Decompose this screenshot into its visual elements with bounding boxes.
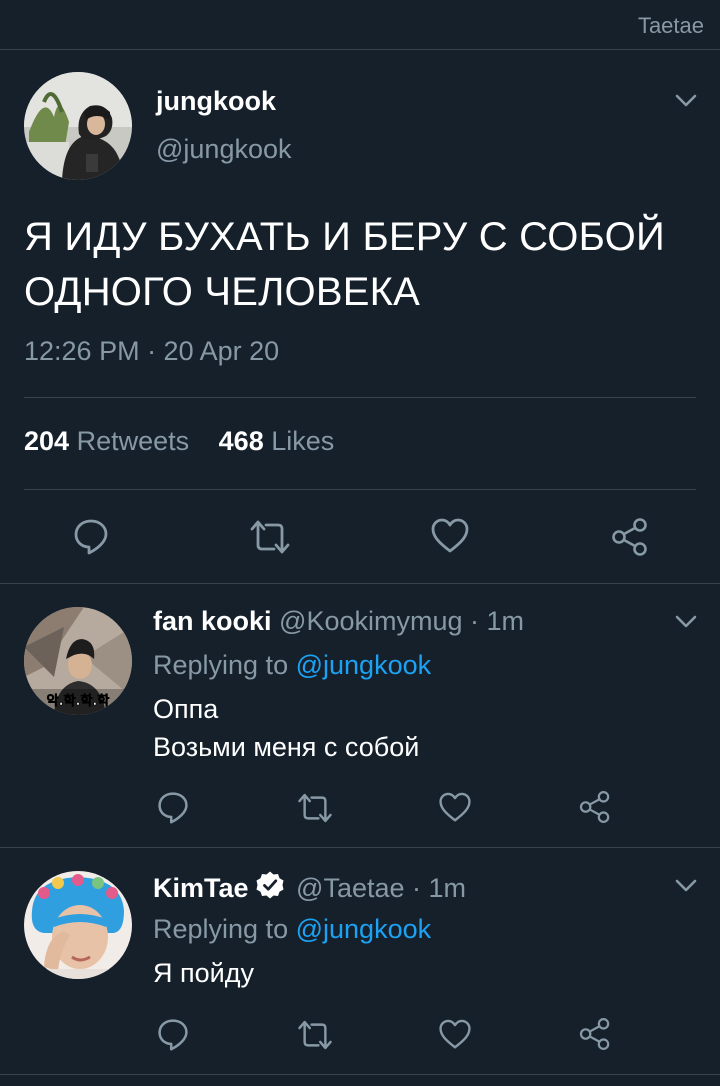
avatar-jungkook[interactable] [24, 72, 132, 180]
tweet-author-name[interactable]: jungkook [156, 86, 276, 117]
divider [24, 489, 696, 490]
reply-time: · 1m [470, 606, 525, 636]
top-bar: Taetae [0, 0, 720, 50]
reply-action-bar [0, 788, 720, 828]
heart-icon[interactable] [438, 792, 472, 823]
heart-icon[interactable] [438, 1019, 472, 1050]
share-icon[interactable] [578, 790, 612, 824]
tweet-text: Я ИДУ БУХАТЬ И БЕРУ С СОБОЙ ОДНОГО ЧЕЛОВ… [24, 210, 704, 320]
reply-header: fan kooki @Kookimymug · 1m [153, 606, 524, 637]
reply-action-bar [0, 1015, 720, 1055]
tweet-timestamp: 12:26 PM · 20 Apr 20 [24, 336, 280, 366]
divider [24, 397, 696, 398]
chevron-down-icon[interactable] [675, 879, 697, 893]
reply-time: · 1m [412, 873, 467, 903]
reply-icon[interactable] [156, 790, 190, 824]
replying-to: Replying to @jungkook [153, 650, 431, 681]
reply-icon[interactable] [72, 517, 110, 555]
tweet-text-line-1: Я ИДУ БУХАТЬ И БЕРУ С СОБОЙ [24, 215, 665, 259]
share-icon[interactable] [578, 1017, 612, 1051]
tweet-action-bar [0, 515, 720, 559]
top-bar-title: Taetae [637, 13, 704, 38]
avatar-fan-kooki[interactable]: 악.학.학.학 [24, 607, 132, 715]
retweet-icon[interactable] [248, 519, 292, 555]
reply-author-handle[interactable]: @Kookimymug [279, 606, 462, 636]
replying-to-prefix: Replying to [153, 650, 289, 680]
chevron-down-icon[interactable] [675, 94, 697, 108]
reply-author-name[interactable]: fan kooki [153, 606, 272, 636]
avatar-overlay-text: 악.학.학.학 [47, 693, 110, 709]
replying-to-prefix: Replying to [153, 914, 289, 944]
likes-count[interactable]: 468 [219, 426, 264, 456]
verified-badge-icon [256, 871, 284, 899]
reply-author-handle[interactable]: @Taetae [296, 873, 404, 903]
reply-text-line-1: Оппа [153, 694, 219, 724]
tweet-author-handle[interactable]: @jungkook [156, 134, 292, 165]
retweet-icon[interactable] [296, 792, 334, 824]
reply-author-name[interactable]: KimTae [153, 873, 249, 903]
share-icon[interactable] [610, 517, 650, 557]
chevron-down-icon[interactable] [675, 615, 697, 629]
retweets-label[interactable]: Retweets [77, 426, 190, 456]
avatar-kimtae[interactable] [24, 871, 132, 979]
tweet-stats: 204 Retweets 468 Likes [24, 426, 356, 457]
reply-icon[interactable] [156, 1017, 190, 1051]
replying-to-link[interactable]: @jungkook [296, 914, 432, 944]
divider [0, 583, 720, 584]
replying-to: Replying to @jungkook [153, 914, 431, 945]
reply-header: KimTae @Taetae · 1m [153, 870, 466, 904]
retweet-icon[interactable] [296, 1019, 334, 1051]
reply-text-line-2: Возьми меня с собой [153, 732, 420, 762]
reply-text-line-1: Я пойду [153, 958, 254, 988]
divider [0, 1074, 720, 1075]
replying-to-link[interactable]: @jungkook [296, 650, 432, 680]
retweets-count[interactable]: 204 [24, 426, 69, 456]
tweet-text-line-2: ОДНОГО ЧЕЛОВЕКА [24, 270, 421, 314]
heart-icon[interactable] [430, 518, 470, 554]
divider [0, 847, 720, 848]
likes-label[interactable]: Likes [271, 426, 334, 456]
